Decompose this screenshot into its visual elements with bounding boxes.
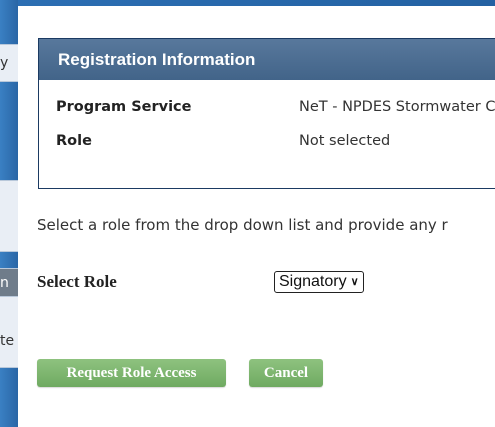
- background-window-text: y: [0, 55, 9, 71]
- role-label: Role: [56, 133, 92, 149]
- program-service-label: Program Service: [56, 99, 192, 115]
- registration-info-panel: Registration Information Program Service…: [38, 38, 495, 189]
- panel-title: Registration Information: [39, 39, 495, 80]
- role-select[interactable]: Signatory ∨: [274, 271, 364, 293]
- background-window-edge: y n te: [0, 0, 18, 427]
- registration-window: Registration Information Program Service…: [18, 6, 495, 427]
- request-role-access-button[interactable]: Request Role Access: [37, 359, 226, 387]
- role-value: Not selected: [299, 133, 391, 149]
- select-role-label: Select Role: [37, 272, 117, 291]
- background-window-text: te: [0, 333, 15, 349]
- cancel-button[interactable]: Cancel: [249, 359, 323, 387]
- chevron-down-icon: ∨: [350, 275, 359, 288]
- background-window-fragment: [0, 180, 18, 252]
- instruction-text: Select a role from the drop down list an…: [37, 216, 448, 234]
- background-window-text: n: [0, 275, 9, 291]
- background-window-fragment: y: [0, 44, 18, 82]
- program-service-value: NeT - NPDES Stormwater C: [299, 99, 495, 115]
- background-window-fragment: te: [0, 296, 18, 368]
- background-window-fragment: n: [0, 268, 18, 298]
- role-select-value: Signatory: [279, 273, 347, 290]
